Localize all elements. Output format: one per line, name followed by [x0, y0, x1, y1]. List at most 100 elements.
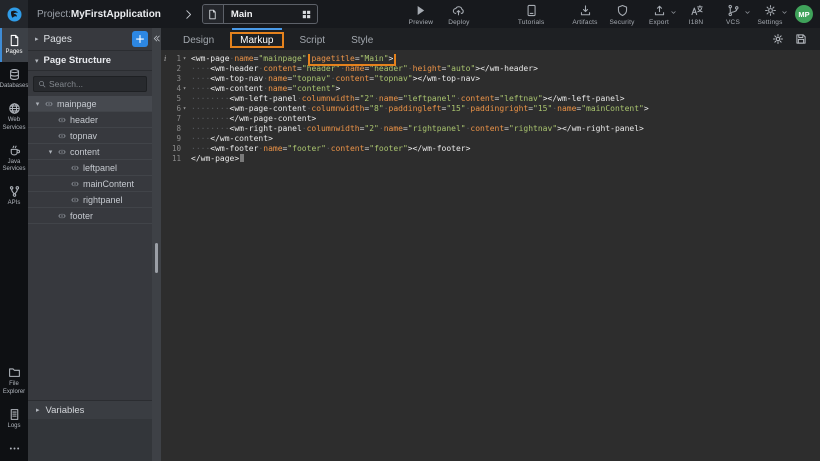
markup-code-editor[interactable]: i1▾234▾56▾7891011 <wm-page·name="mainpag…	[161, 50, 820, 461]
editor-settings-icon[interactable]	[772, 33, 784, 45]
save-icon[interactable]	[795, 33, 807, 45]
code-token-t: ></wm-right-panel>	[557, 124, 644, 133]
tree-node-header[interactable]: header	[28, 112, 152, 128]
rail-item-more[interactable]	[0, 436, 28, 461]
code-token-t: ></wm-header>	[475, 64, 538, 73]
tree-node-content[interactable]: ▾content	[28, 144, 152, 160]
gutter-line-2: 2	[161, 64, 188, 74]
page-structure-header[interactable]: ▾ Page Structure	[28, 51, 152, 71]
tree-node-label: mainContent	[83, 179, 134, 189]
code-token-v: "topnav"	[292, 74, 331, 83]
topbar-i18n-button[interactable]: I18N	[681, 1, 711, 28]
line-number: 11	[172, 154, 181, 164]
i18n-icon	[690, 4, 703, 17]
topbar-settings-button[interactable]: Settings	[755, 1, 785, 28]
tab-script[interactable]: Script	[292, 28, 334, 50]
gutter-line-6: 6▾	[161, 104, 188, 114]
add-page-button[interactable]	[132, 31, 148, 47]
expand-arrow-icon[interactable]: ▾	[47, 148, 54, 156]
tree-node-leftpanel[interactable]: leftpanel	[28, 160, 152, 176]
pages-panel-header[interactable]: ▸ Pages	[28, 28, 152, 51]
chevron-right-icon[interactable]	[183, 9, 194, 20]
topbar-deploy-button[interactable]: Deploy	[444, 1, 474, 28]
code-token-a: content	[336, 74, 370, 83]
topbar-vcs-button[interactable]: VCS	[718, 1, 748, 28]
code-token-t: <wm-left-panel	[230, 94, 297, 103]
globe-icon	[8, 102, 21, 115]
code-token-v: "content"	[292, 84, 335, 93]
project-name: MyFirstApplication	[71, 9, 161, 20]
page-structure-title: Page Structure	[44, 55, 112, 66]
variables-title: Variables	[46, 405, 85, 416]
topbar-export-button[interactable]: Export	[644, 1, 674, 28]
rail-item-apis[interactable]: APIs	[0, 179, 28, 213]
coffee-icon	[8, 144, 21, 157]
search-input[interactable]	[49, 79, 142, 89]
line-number: 10	[172, 144, 181, 154]
gutter-line-9: 9	[161, 134, 188, 144]
tab-design[interactable]: Design	[175, 28, 222, 50]
widget-markup-icon	[58, 212, 66, 220]
tree-node-label: rightpanel	[83, 195, 123, 205]
tab-markup[interactable]: Markup	[232, 28, 281, 50]
code-token-v: "15"	[446, 104, 465, 113]
artifacts-icon	[579, 4, 592, 17]
code-token-t: <wm-top-nav	[210, 74, 263, 83]
expand-arrow-icon[interactable]: ▾	[34, 100, 41, 108]
plug-icon	[8, 185, 21, 198]
topbar-tutorials-label: Tutorials	[518, 19, 544, 26]
user-avatar[interactable]: MP	[795, 5, 813, 23]
tree-node-mainContent[interactable]: mainContent	[28, 176, 152, 192]
topbar-artifacts-button[interactable]: Artifacts	[570, 1, 600, 28]
code-token-a: pagetitle	[311, 54, 354, 63]
pages-panel: ▸ Pages ▾ Page Structure ▾ mainpage header…	[28, 28, 152, 461]
grid-icon[interactable]	[301, 9, 312, 20]
page-tab-label: Main	[224, 9, 301, 20]
fold-toggle-icon[interactable]: ▾	[181, 84, 188, 94]
rail-item-pages[interactable]: Pages	[0, 28, 28, 62]
variables-section[interactable]: ▸ Variables	[28, 400, 152, 419]
tree-node-footer[interactable]: footer	[28, 208, 152, 224]
code-token-a: name	[268, 84, 287, 93]
editor-tab-bar: Design Markup Script Style	[161, 28, 820, 50]
rail-item-web-services[interactable]: Web Services	[0, 96, 28, 137]
rail-item-file-explorer[interactable]: File Explorer	[0, 360, 28, 401]
topbar-security-button[interactable]: Security	[607, 1, 637, 28]
code-token-a: paddingright	[470, 104, 528, 113]
code-token-ws: ········	[191, 94, 230, 103]
page-tab-main[interactable]: Main	[202, 4, 318, 24]
rail-item-logs[interactable]: Logs	[0, 402, 28, 436]
ellipsis-icon	[8, 442, 21, 455]
page-icon	[8, 34, 21, 47]
collapse-panel-button[interactable]	[152, 30, 161, 46]
gutter-line-11: 11	[161, 154, 188, 164]
rail-item-databases[interactable]: Databases	[0, 62, 28, 96]
tree-node-rightpanel[interactable]: rightpanel	[28, 192, 152, 208]
security-icon	[616, 4, 629, 17]
tab-style[interactable]: Style	[343, 28, 381, 50]
tree-node-label: mainpage	[57, 99, 97, 109]
code-line-4: ····<wm-content·name="content">	[191, 84, 820, 94]
panel-splitter[interactable]	[152, 28, 161, 461]
code-token-ws: ····	[191, 64, 210, 73]
wavemaker-logo-icon	[6, 6, 23, 23]
code-token-a: content	[263, 64, 297, 73]
editor-code-lines[interactable]: <wm-page·name="mainpage"·pagetitle="Main…	[188, 54, 820, 461]
tree-node-topnav[interactable]: topnav	[28, 128, 152, 144]
code-token-v: "rightpanel"	[408, 124, 466, 133]
fold-toggle-icon[interactable]: ▾	[181, 54, 188, 64]
fold-toggle-icon[interactable]: ▾	[181, 104, 188, 114]
topbar-tutorials-button[interactable]: Tutorials	[516, 1, 546, 28]
panel-scrollbar[interactable]	[155, 243, 158, 273]
app-logo[interactable]	[0, 0, 28, 28]
tree-node-mainpage[interactable]: ▾ mainpage	[28, 96, 152, 112]
code-token-v: "8"	[369, 104, 383, 113]
code-token-t: <wm-footer	[210, 144, 258, 153]
topbar-preview-button[interactable]: Preview	[406, 1, 436, 28]
code-token-a: name	[268, 74, 287, 83]
code-token-t: >	[336, 84, 341, 93]
vcs-icon	[727, 4, 740, 17]
topbar-preview-label: Preview	[409, 19, 434, 26]
code-token-t: <wm-header	[210, 64, 258, 73]
rail-item-java-services[interactable]: Java Services	[0, 138, 28, 179]
